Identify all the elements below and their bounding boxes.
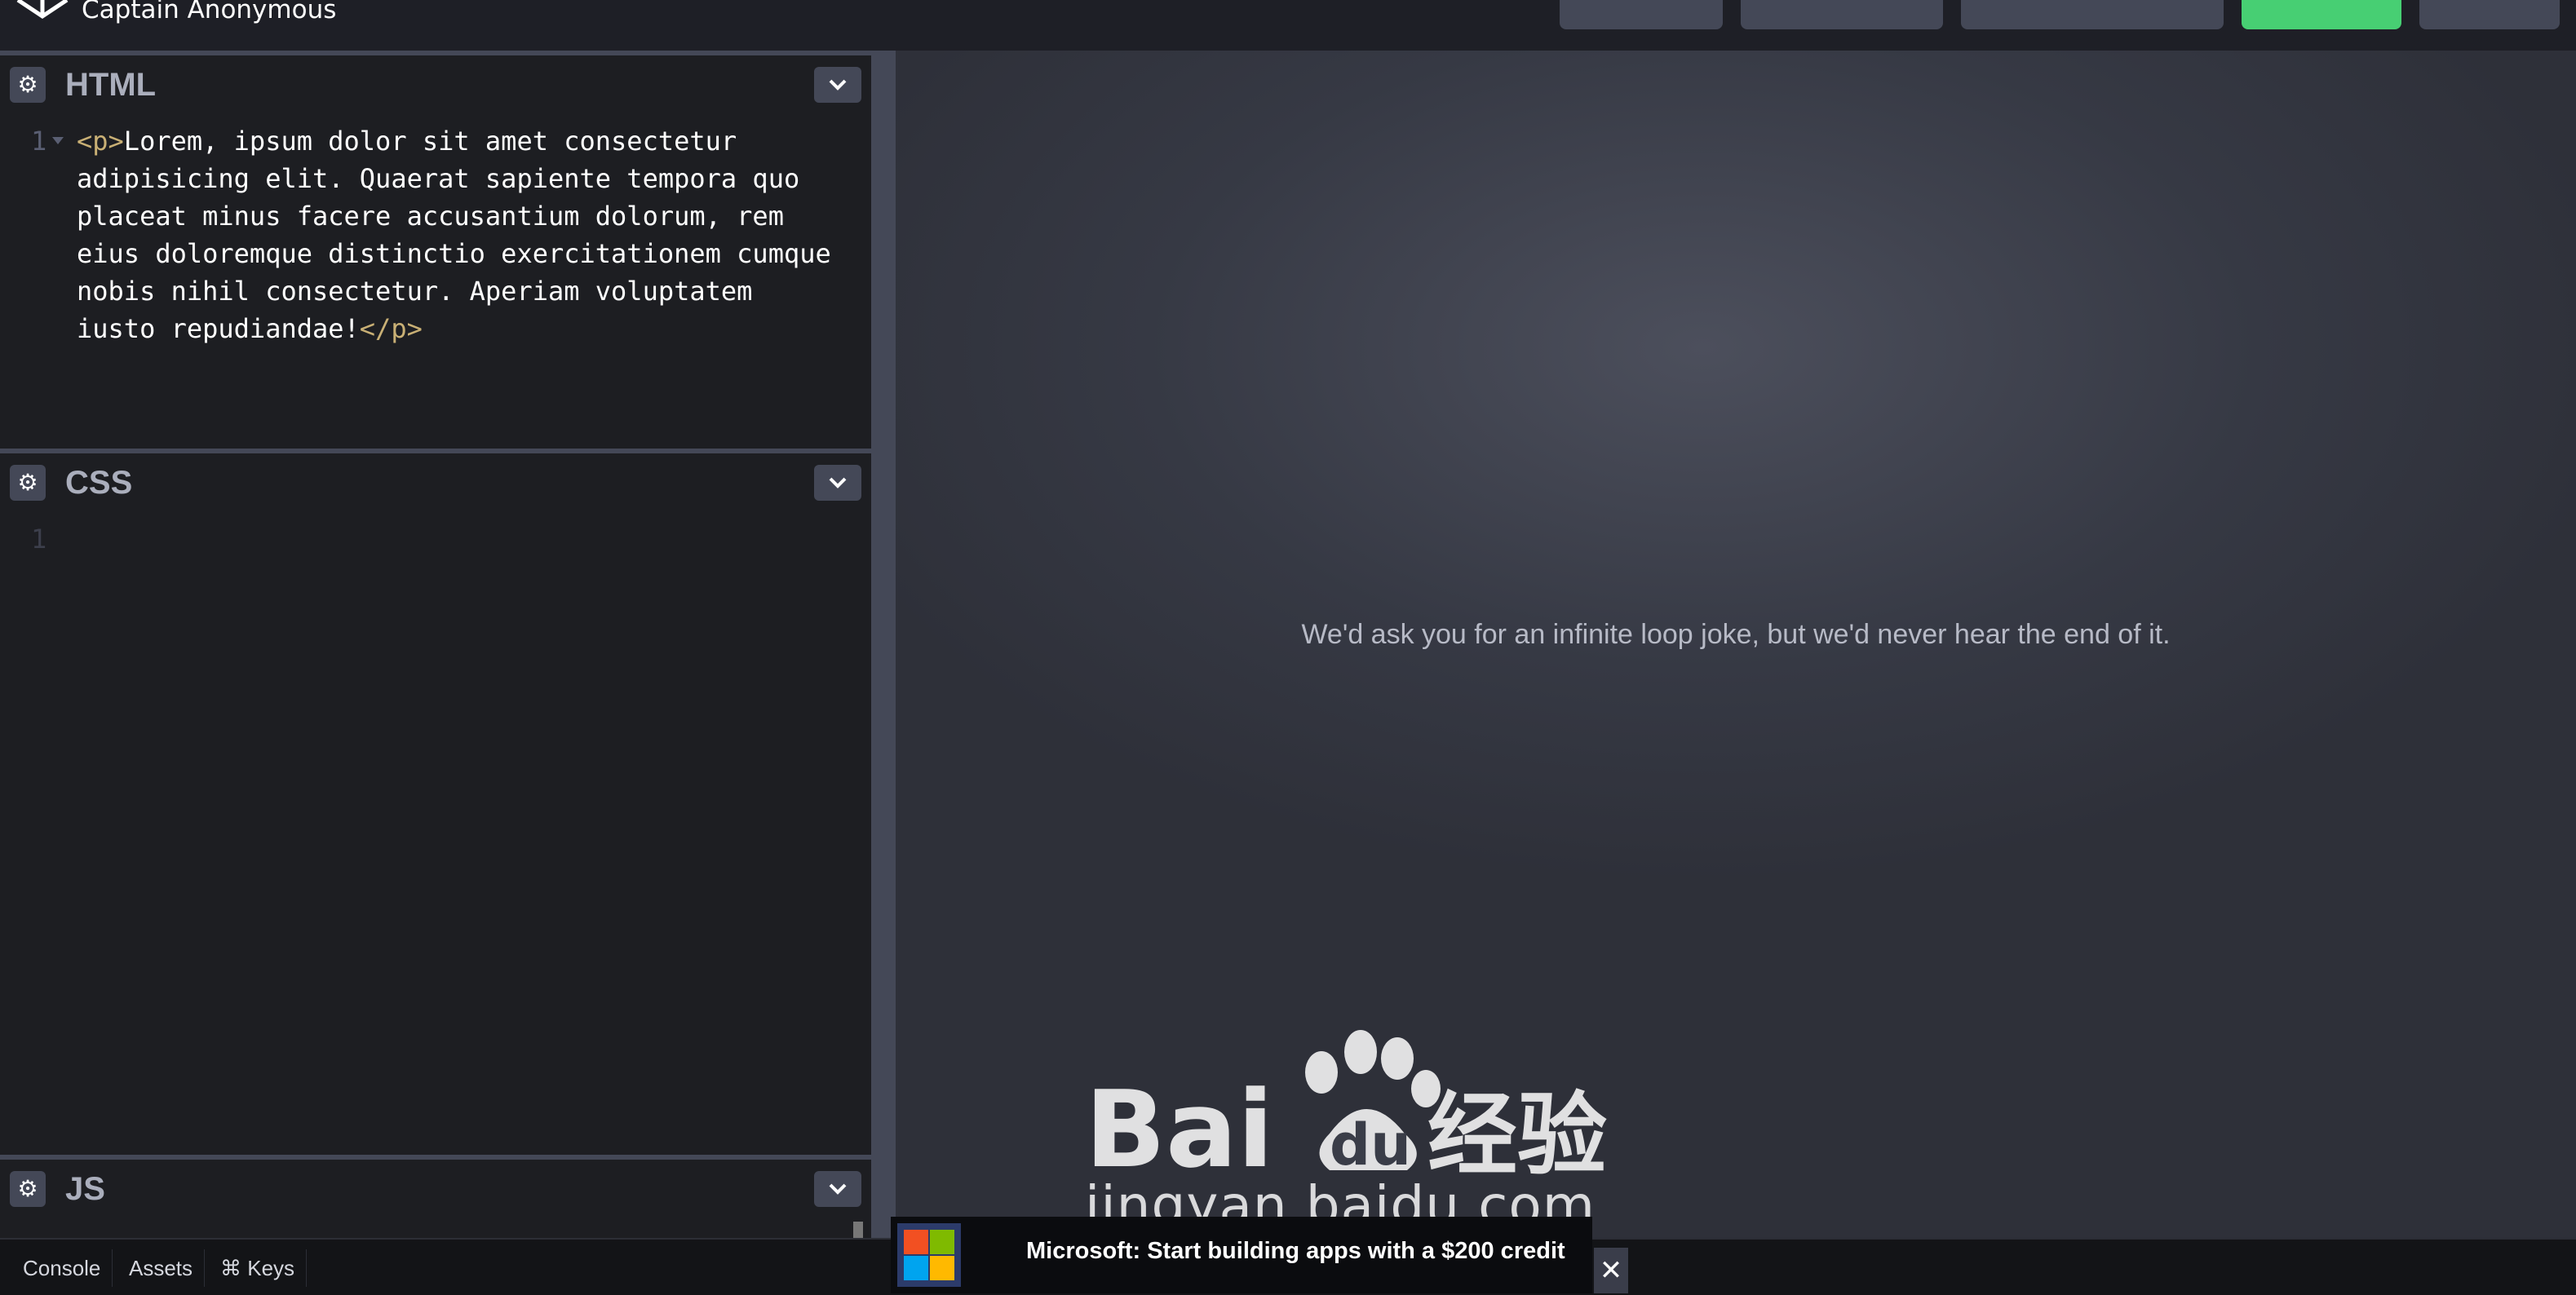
js-panel-menu-button[interactable] xyxy=(814,1171,861,1207)
close-icon[interactable]: ✕ xyxy=(1594,1248,1628,1293)
log-in-button[interactable] xyxy=(2419,0,2560,29)
code-text: Lorem, ipsum dolor sit amet consectetur … xyxy=(77,126,848,344)
chevron-down-icon xyxy=(829,1183,847,1195)
sponsor-ad[interactable]: Microsoft: Start building apps with a $2… xyxy=(891,1217,1592,1293)
code-line: <p>Lorem, ipsum dolor sit amet consectet… xyxy=(77,122,843,347)
preview-message: We'd ask you for an infinite loop joke, … xyxy=(1301,619,2171,650)
html-panel-header: ⚙ HTML xyxy=(0,55,871,116)
css-settings-gear-icon[interactable]: ⚙ xyxy=(10,465,46,501)
chevron-down-icon xyxy=(829,477,847,488)
sign-up-button[interactable] xyxy=(2242,0,2401,29)
keys-button[interactable]: ⌘ Keys xyxy=(209,1249,308,1287)
html-panel-menu-button[interactable] xyxy=(814,67,861,103)
settings-button[interactable] xyxy=(1741,0,1943,29)
css-panel-header: ⚙ CSS xyxy=(0,453,871,514)
change-view-button[interactable] xyxy=(1961,0,2224,29)
css-panel-menu-button[interactable] xyxy=(814,465,861,501)
editor-column: ⚙ HTML 1 <p>Lorem, ipsum dolor sit amet … xyxy=(0,55,871,1238)
html-panel-title: HTML xyxy=(65,67,157,103)
js-panel-title: JS xyxy=(65,1171,105,1207)
chevron-down-icon xyxy=(829,79,847,91)
js-panel-header: ⚙ JS xyxy=(0,1160,871,1220)
html-code-editor[interactable]: 1 <p>Lorem, ipsum dolor sit amet consect… xyxy=(0,122,871,449)
microsoft-logo-icon xyxy=(897,1223,961,1287)
css-code-editor[interactable]: 1 xyxy=(0,520,871,1165)
fold-arrow-icon[interactable] xyxy=(52,137,64,144)
author-name[interactable]: Captain Anonymous xyxy=(82,0,336,24)
scrollbar-thumb[interactable] xyxy=(853,1222,863,1238)
ad-text: Microsoft: Start building apps with a $2… xyxy=(1026,1238,1565,1264)
assets-button[interactable]: Assets xyxy=(117,1249,206,1287)
svg-text:经验: 经验 xyxy=(1427,1083,1607,1187)
js-settings-gear-icon[interactable]: ⚙ xyxy=(10,1171,46,1207)
html-settings-gear-icon[interactable]: ⚙ xyxy=(10,67,46,103)
svg-text:Bai: Bai xyxy=(1085,1067,1273,1191)
save-button[interactable] xyxy=(1560,0,1723,29)
line-number: 1 xyxy=(31,126,47,157)
codepen-logo-icon[interactable] xyxy=(15,0,70,21)
open-tag: <p> xyxy=(77,126,124,157)
close-tag: </p> xyxy=(359,313,423,344)
line-number: 1 xyxy=(31,524,47,555)
css-panel-title: CSS xyxy=(65,465,133,501)
top-bar: Captain Anonymous xyxy=(0,0,2576,51)
console-button[interactable]: Console xyxy=(11,1249,113,1287)
editor-preview-resizer[interactable] xyxy=(871,51,896,1238)
svg-text:du: du xyxy=(1330,1112,1411,1178)
